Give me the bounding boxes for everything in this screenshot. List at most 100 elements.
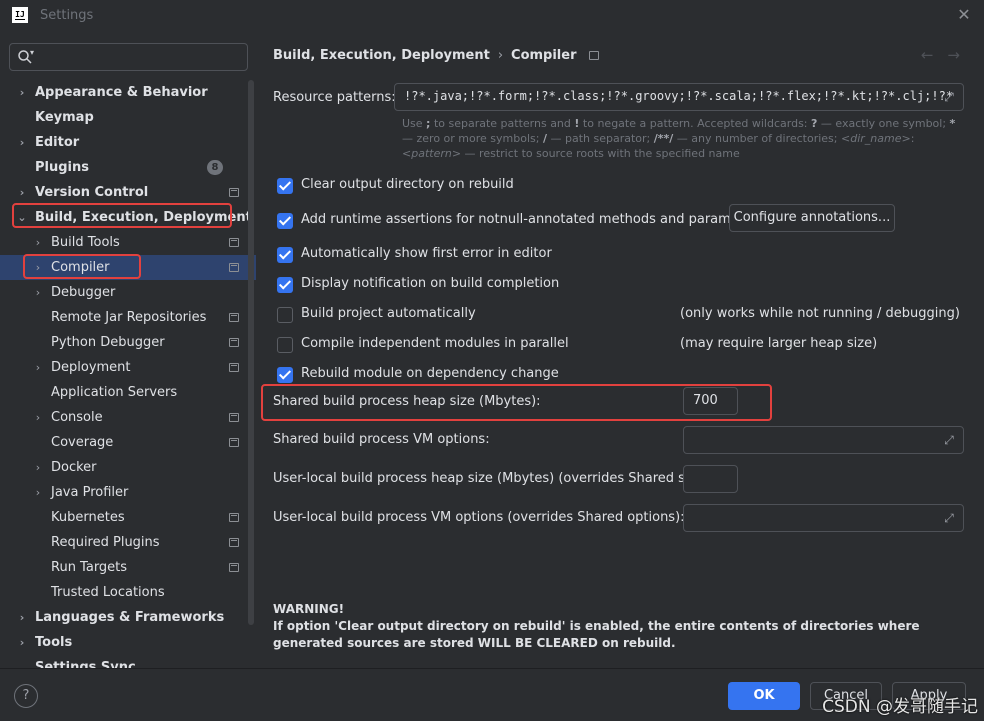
search-dropdown-icon[interactable]: ▾ [30, 48, 34, 57]
sidebar-item-label: Languages & Frameworks [35, 610, 225, 625]
project-settings-icon [229, 313, 239, 322]
sidebar-item[interactable]: Settings Sync [0, 655, 256, 668]
sidebar-item-label: Build, Execution, Deployment [35, 210, 252, 225]
forward-arrow-icon[interactable]: → [947, 46, 974, 64]
resource-patterns-hint: Use ; to separate patterns and ! to nega… [402, 117, 956, 160]
resource-patterns-input[interactable]: !?*.java;!?*.form;!?*.class;!?*.groovy;!… [394, 83, 964, 111]
project-settings-icon [229, 413, 239, 422]
breadcrumb: Build, Execution, Deployment › Compiler [273, 48, 599, 63]
sidebar-item-label: Plugins [35, 160, 89, 175]
option-label[interactable]: Build project automatically [301, 306, 476, 321]
shared-heap-input[interactable]: 700 [683, 387, 738, 415]
sidebar-item[interactable]: Python Debugger [0, 330, 256, 355]
sidebar-item-label: Version Control [35, 185, 149, 200]
sidebar-scrollbar[interactable] [248, 80, 254, 625]
option-label[interactable]: Compile independent modules in parallel [301, 336, 569, 351]
sidebar-item[interactable]: › Java Profiler [0, 480, 256, 505]
ok-button[interactable]: OK [728, 682, 800, 710]
option-checkbox[interactable] [277, 307, 293, 323]
expand-icon[interactable]: ⤢ [942, 433, 956, 447]
expand-icon[interactable]: ⤢ [942, 90, 956, 104]
local-heap-input[interactable] [683, 465, 738, 493]
project-settings-icon [229, 263, 239, 272]
sidebar-item[interactable]: ⌄ Build, Execution, Deployment [0, 205, 256, 230]
sidebar-item[interactable]: Trusted Locations [0, 580, 256, 605]
sidebar-item-label: Debugger [51, 285, 116, 300]
back-arrow-icon[interactable]: ← [921, 46, 948, 64]
settings-sidebar: ▾ › Appearance & Behavior Keymap › Editor Plu… [0, 32, 256, 668]
shared-vm-input[interactable]: ⤢ [683, 426, 964, 454]
project-settings-icon [229, 188, 239, 197]
sidebar-item[interactable]: Coverage [0, 430, 256, 455]
local-heap-label: User-local build process heap size (Mbyt… [273, 471, 713, 486]
chevron-right-icon[interactable]: › [16, 180, 28, 205]
sidebar-item-label: Settings Sync [35, 660, 136, 668]
sidebar-item[interactable]: › Build Tools [0, 230, 256, 255]
chevron-right-icon[interactable]: › [32, 405, 44, 430]
option-note: (may require larger heap size) [680, 336, 878, 351]
option-label[interactable]: Clear output directory on rebuild [301, 177, 514, 192]
chevron-down-icon[interactable]: ⌄ [16, 205, 28, 230]
sidebar-item[interactable]: Plugins 8 [0, 155, 256, 180]
navigation-arrows: ←→ [921, 46, 974, 64]
option-label[interactable]: Display notification on build completion [301, 276, 559, 291]
option-label[interactable]: Automatically show first error in editor [301, 246, 552, 261]
sidebar-item-label: Run Targets [51, 560, 128, 575]
chevron-right-icon[interactable]: › [32, 355, 44, 380]
chevron-right-icon[interactable]: › [16, 130, 28, 155]
configure-annotations-button[interactable]: Configure annotations... [729, 204, 895, 232]
project-settings-icon [229, 513, 239, 522]
resource-patterns-value: !?*.java;!?*.form;!?*.class;!?*.groovy;!… [404, 89, 954, 103]
sidebar-item[interactable]: › Version Control [0, 180, 256, 205]
chevron-right-icon[interactable]: › [32, 280, 44, 305]
sidebar-item[interactable]: Run Targets [0, 555, 256, 580]
sidebar-item[interactable]: Kubernetes [0, 505, 256, 530]
breadcrumb-current: Compiler [511, 48, 577, 63]
option-checkbox[interactable] [277, 178, 293, 194]
sidebar-item[interactable]: › Tools [0, 630, 256, 655]
sidebar-item-label: Remote Jar Repositories [51, 310, 207, 325]
sidebar-item[interactable]: › Editor [0, 130, 256, 155]
sidebar-item[interactable]: Keymap [0, 105, 256, 130]
breadcrumb-parent[interactable]: Build, Execution, Deployment [273, 48, 490, 63]
option-note: (only works while not running / debuggin… [680, 306, 960, 321]
chevron-right-icon[interactable]: › [32, 255, 44, 280]
option-checkbox[interactable] [277, 247, 293, 263]
search-input[interactable]: ▾ [9, 43, 248, 71]
project-settings-icon [229, 563, 239, 572]
sidebar-item-label: Console [51, 410, 103, 425]
chevron-right-icon[interactable]: › [32, 455, 44, 480]
breadcrumb-separator: › [497, 48, 504, 63]
sidebar-item[interactable]: Required Plugins [0, 530, 256, 555]
chevron-right-icon[interactable]: › [16, 630, 28, 655]
shared-heap-value: 700 [693, 393, 718, 408]
option-checkbox[interactable] [277, 213, 293, 229]
option-checkbox[interactable] [277, 277, 293, 293]
sidebar-item[interactable]: › Console [0, 405, 256, 430]
chevron-right-icon[interactable]: › [16, 605, 28, 630]
option-checkbox[interactable] [277, 367, 293, 383]
option-label[interactable]: Rebuild module on dependency change [301, 366, 559, 381]
sidebar-item[interactable]: Application Servers [0, 380, 256, 405]
close-icon[interactable]: ✕ [956, 7, 972, 23]
chevron-right-icon[interactable]: › [16, 80, 28, 105]
chevron-right-icon[interactable]: › [32, 230, 44, 255]
chevron-right-icon[interactable]: › [32, 480, 44, 505]
update-count-badge: 8 [207, 160, 223, 175]
sidebar-item-label: Tools [35, 635, 73, 650]
sidebar-item-label: Editor [35, 135, 80, 150]
sidebar-item[interactable]: › Debugger [0, 280, 256, 305]
expand-icon[interactable]: ⤢ [942, 511, 956, 525]
sidebar-item[interactable]: › Docker [0, 455, 256, 480]
sidebar-item[interactable]: Remote Jar Repositories [0, 305, 256, 330]
sidebar-item[interactable]: › Compiler [0, 255, 256, 280]
option-label[interactable]: Add runtime assertions for notnull-annot… [301, 212, 764, 227]
option-checkbox[interactable] [277, 337, 293, 353]
project-settings-icon [229, 438, 239, 447]
local-vm-input[interactable]: ⤢ [683, 504, 964, 532]
sidebar-item[interactable]: › Appearance & Behavior [0, 80, 256, 105]
project-settings-icon [229, 338, 239, 347]
sidebar-item[interactable]: › Languages & Frameworks [0, 605, 256, 630]
help-icon[interactable]: ? [14, 684, 38, 708]
sidebar-item[interactable]: › Deployment [0, 355, 256, 380]
